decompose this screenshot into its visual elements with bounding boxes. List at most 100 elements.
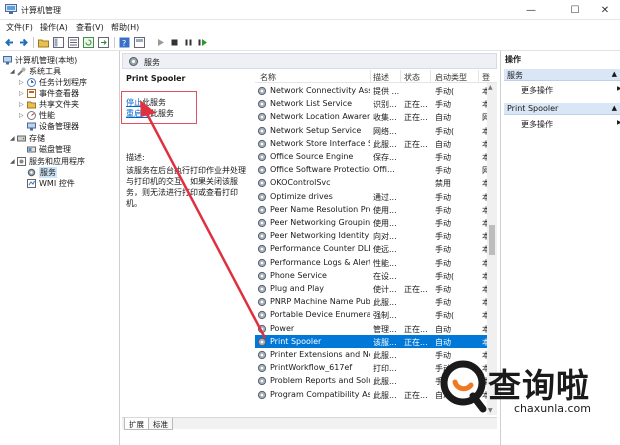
expand-chevron-icon[interactable]: ◢ (10, 158, 15, 165)
cell-name: PrintWorkflow_617ef (270, 363, 353, 373)
collapsed-chevron-icon[interactable]: ▷ (19, 90, 24, 97)
table-row[interactable]: Optimize drives 通过... 手动本 (255, 190, 491, 203)
scroll-up-arrow-icon[interactable]: ▲ (488, 84, 493, 91)
cell-status: 正在... (404, 139, 428, 149)
actions-section-print-spooler[interactable]: Print Spooler ▲ (504, 103, 620, 115)
restart-service-icon[interactable] (197, 37, 208, 48)
column-header-description[interactable]: 描述 (373, 72, 389, 83)
expand-chevron-icon[interactable]: ◢ (10, 68, 15, 75)
help-icon[interactable]: ? (119, 37, 130, 48)
column-header-status[interactable]: 状态 (404, 72, 420, 83)
table-row[interactable]: Peer Networking Identity ... 向对... 手动本 (255, 229, 491, 242)
expand-chevron-icon[interactable]: ◢ (10, 135, 15, 142)
back-icon[interactable] (4, 37, 15, 48)
navigation-tree: 计算机管理(本地) ◢ 系统工具 ▷ 任务计划程序 ▷ 事件查看器 ▷ 共享文件… (0, 51, 120, 445)
close-button[interactable]: ✕ (590, 0, 620, 20)
table-row[interactable]: OKOControlSvc 禁用本 (255, 176, 491, 189)
cell-name: Phone Service (270, 270, 327, 280)
tab-extended[interactable]: 扩展 (124, 418, 149, 430)
table-row[interactable]: Phone Service 在设... 手动(本 (255, 269, 491, 282)
tree-node-storage[interactable]: 存储 (17, 133, 45, 143)
cell-startup: 手动 (435, 166, 451, 176)
tree-node-device-manager[interactable]: 设备管理器 (27, 121, 79, 131)
cell-desc: 向对... (373, 232, 397, 242)
table-row[interactable]: Plug and Play 使计... 正在... 手动本 (255, 282, 491, 295)
tree-node-disk-management[interactable]: 磁盘管理 (27, 144, 71, 154)
collapsed-chevron-icon[interactable]: ▷ (19, 101, 24, 108)
annotation-highlight-box (121, 91, 197, 124)
console-icon[interactable] (134, 37, 145, 48)
table-row[interactable]: Peer Networking Grouping 使用... 手动本 (255, 216, 491, 229)
more-actions-services[interactable]: 更多操作 ▶ (521, 85, 620, 96)
collapse-up-icon[interactable]: ▲ (612, 70, 617, 78)
table-row[interactable]: Performance Counter DLL ...使远...手动本 (255, 242, 491, 255)
column-header-startup-type[interactable]: 启动类型 (435, 72, 467, 83)
tree-node-services[interactable]: 服务 (27, 166, 57, 178)
cell-name: Problem Reports and Soluti... (270, 376, 370, 386)
service-gear-icon (257, 284, 267, 294)
up-folder-icon[interactable] (38, 37, 49, 48)
service-gear-icon (257, 126, 267, 135)
collapsed-chevron-icon[interactable]: ▷ (19, 79, 24, 86)
tree-node-event-viewer[interactable]: 事件查看器 (27, 88, 79, 98)
cell-desc: 性能... (373, 258, 397, 268)
column-header-name[interactable]: 名称 (260, 72, 276, 83)
table-row[interactable]: Peer Name Resolution Pro... 使用... 手动本 (255, 203, 491, 216)
forward-icon[interactable] (18, 37, 29, 48)
table-row[interactable]: Office Source Engine 保存... 手动本 (255, 150, 491, 163)
table-row[interactable]: Office Software Protection ...Offi...手动网 (255, 163, 491, 176)
show-tree-icon[interactable] (53, 37, 64, 48)
tree-node-system-tools[interactable]: 系统工具 (17, 66, 61, 76)
column-divider[interactable] (400, 70, 401, 83)
menu-help[interactable]: 帮助(H) (111, 22, 139, 33)
menu-view[interactable]: 查看(V) (76, 22, 104, 33)
tree-node-shared-folders[interactable]: 共享文件夹 (27, 99, 79, 109)
table-row[interactable]: Network Location Awarene...收集...正在...自动网 (255, 110, 491, 123)
collapse-up-icon[interactable]: ▲ (612, 104, 617, 112)
tree-node-services-apps[interactable]: 服务和应用程序 (17, 156, 85, 166)
column-divider[interactable] (478, 70, 479, 83)
pause-service-icon[interactable] (183, 37, 194, 48)
table-row[interactable]: Portable Device Enumerat...强制...手动(本 (255, 308, 491, 321)
stop-service-icon[interactable] (169, 37, 180, 48)
table-row[interactable]: Network Store Interface Se...此服... 正在... 自… (255, 137, 491, 150)
collapsed-chevron-icon[interactable]: ▷ (19, 112, 24, 119)
table-row[interactable]: Print Spooler 该服... 正在... 自动本 (255, 334, 491, 348)
tree-node-task-scheduler[interactable]: 任务计划程序 (27, 77, 87, 87)
tab-standard[interactable]: 标准 (148, 418, 173, 430)
properties-icon[interactable] (68, 37, 79, 48)
table-row[interactable]: Power 管理... 正在... 自动本 (255, 322, 491, 335)
table-row[interactable]: PNRP Machine Name Publi...此服...手动本 (255, 295, 491, 308)
service-gear-icon (257, 218, 267, 228)
minimize-button[interactable]: — (513, 0, 549, 20)
more-actions-print-spooler[interactable]: 更多操作 ▶ (521, 119, 620, 130)
cell-startup: 手动( (435, 126, 455, 136)
device-manager-icon (27, 122, 36, 130)
cell-startup: 手动 (435, 298, 451, 308)
menu-file[interactable]: 文件(F) (6, 22, 33, 33)
export-list-icon[interactable] (98, 37, 109, 48)
watermark-domain: chaxunla.com (514, 402, 591, 415)
menu-action[interactable]: 操作(A) (40, 22, 68, 33)
cell-name: Performance Logs & Alerts (270, 257, 370, 267)
cell-name: Printer Extensions and No... (270, 350, 370, 359)
cell-name: Plug and Play (270, 284, 325, 293)
table-row[interactable]: Performance Logs & Alerts 性能... 手动本 (255, 256, 491, 269)
table-row[interactable]: Network Connectivity Assis...提供 ...手动(本 (255, 84, 491, 97)
refresh-icon[interactable] (83, 37, 94, 48)
cell-name: Peer Networking Identity ... (270, 231, 370, 241)
column-header-logon[interactable]: 登 (482, 72, 490, 83)
tree-node-root[interactable]: 计算机管理(本地) (3, 55, 77, 65)
tree-node-performance[interactable]: 性能 (27, 110, 55, 120)
actions-section-services[interactable]: 服务 ▲ (504, 69, 620, 81)
tree-node-wmi[interactable]: WMI 控件 (27, 178, 75, 188)
maximize-button[interactable]: ☐ (557, 0, 593, 20)
table-row[interactable]: Network Setup Service 网络... 手动(本 (255, 124, 491, 137)
column-divider[interactable] (430, 70, 431, 83)
disk-icon (27, 146, 36, 152)
scrollbar-thumb[interactable] (489, 225, 495, 255)
table-row[interactable]: Network List Service 识别... 正在... 手动本 (255, 97, 491, 110)
column-divider[interactable] (370, 70, 371, 83)
start-service-icon[interactable] (155, 37, 166, 48)
cell-desc: 提供 ... (373, 87, 400, 96)
